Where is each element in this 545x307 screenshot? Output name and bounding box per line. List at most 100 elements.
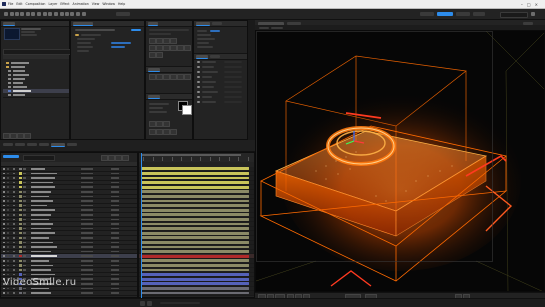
layer-duration-bar[interactable] xyxy=(141,259,249,263)
expand-chevron-icon[interactable] xyxy=(13,269,15,271)
label-color[interactable] xyxy=(19,222,22,226)
layer-name[interactable] xyxy=(31,218,49,221)
search-icon[interactable] xyxy=(531,12,535,16)
layer-duration-bar[interactable] xyxy=(141,217,249,221)
layer-duration-bar[interactable] xyxy=(141,199,249,203)
layer-duration-bar[interactable] xyxy=(141,254,249,258)
label-color[interactable] xyxy=(19,204,22,207)
switches-column[interactable] xyxy=(81,195,93,198)
solo-toggle[interactable] xyxy=(7,246,9,248)
switches-column[interactable] xyxy=(81,186,93,188)
expand-chevron-icon[interactable] xyxy=(13,246,15,248)
solo-toggle[interactable] xyxy=(7,250,9,253)
visibility-eye-icon[interactable] xyxy=(3,237,5,239)
switches-column[interactable] xyxy=(81,209,93,211)
layer-name[interactable] xyxy=(31,195,49,198)
switches-column[interactable] xyxy=(81,246,93,248)
visibility-eye-icon[interactable] xyxy=(3,241,5,244)
workspace-tab[interactable] xyxy=(473,12,485,16)
parent-select[interactable] xyxy=(111,227,119,230)
switches-column[interactable] xyxy=(81,273,93,276)
layer-name[interactable] xyxy=(31,232,55,234)
solo-toggle[interactable] xyxy=(7,195,9,198)
menu-item[interactable]: Help xyxy=(118,2,125,6)
layer-name[interactable] xyxy=(31,241,53,244)
expand-chevron-icon[interactable] xyxy=(13,177,15,179)
solo-toggle[interactable] xyxy=(7,260,9,262)
layer-name[interactable] xyxy=(31,246,57,248)
solo-toggle[interactable] xyxy=(7,227,9,230)
parent-select[interactable] xyxy=(111,260,119,262)
expand-chevron-icon[interactable] xyxy=(13,255,15,257)
visibility-eye-icon[interactable] xyxy=(3,246,5,248)
shape-tool-icon[interactable] xyxy=(43,12,47,16)
visibility-eye-icon[interactable] xyxy=(3,260,5,262)
visibility-eye-icon[interactable] xyxy=(3,209,5,211)
close-button[interactable]: × xyxy=(535,2,542,7)
layer-name[interactable] xyxy=(31,209,55,211)
layer-name[interactable] xyxy=(31,264,53,267)
parent-select[interactable] xyxy=(111,168,119,170)
label-color[interactable] xyxy=(19,227,22,230)
solo-toggle[interactable] xyxy=(7,241,9,244)
expand-chevron-icon[interactable] xyxy=(13,227,15,230)
parent-select[interactable] xyxy=(111,204,119,207)
label-color[interactable] xyxy=(19,231,22,235)
layer-duration-bar[interactable] xyxy=(141,167,249,171)
tab-secondary[interactable] xyxy=(212,22,222,25)
layer-duration-bar[interactable] xyxy=(141,291,249,295)
parent-select[interactable] xyxy=(111,186,119,188)
home-icon[interactable] xyxy=(4,12,8,16)
tab-effects-presets[interactable] xyxy=(196,55,208,59)
switches-column[interactable] xyxy=(81,269,93,271)
visibility-eye-icon[interactable] xyxy=(3,273,5,276)
pan-behind-tool-icon[interactable] xyxy=(37,12,41,16)
menu-item[interactable]: Animation xyxy=(73,2,89,6)
menu-item[interactable]: Effect xyxy=(60,2,69,6)
layer-name[interactable] xyxy=(31,250,51,253)
switches-column[interactable] xyxy=(81,214,93,216)
parent-select[interactable] xyxy=(111,232,119,234)
solo-toggle[interactable] xyxy=(7,186,9,188)
expand-chevron-icon[interactable] xyxy=(13,186,15,188)
layer-name[interactable] xyxy=(31,177,55,179)
switches-column[interactable] xyxy=(81,250,93,253)
workspace-tab[interactable] xyxy=(420,12,434,16)
solo-toggle[interactable] xyxy=(7,264,9,267)
tab-align[interactable] xyxy=(210,55,220,58)
layer-duration-bar[interactable] xyxy=(141,190,249,194)
expand-chevron-icon[interactable] xyxy=(13,204,15,207)
brush-tool-icon[interactable] xyxy=(60,12,64,16)
solo-toggle[interactable] xyxy=(7,177,9,179)
parent-select[interactable] xyxy=(111,250,119,253)
switches-column[interactable] xyxy=(81,232,93,234)
visibility-eye-icon[interactable] xyxy=(3,200,5,202)
parent-select[interactable] xyxy=(111,273,119,276)
solo-toggle[interactable] xyxy=(7,168,9,170)
solo-toggle[interactable] xyxy=(7,269,9,271)
label-color[interactable] xyxy=(19,181,22,184)
visibility-eye-icon[interactable] xyxy=(3,191,5,193)
search-help-input[interactable] xyxy=(500,12,528,18)
layer-name[interactable] xyxy=(31,214,51,216)
menu-item[interactable]: Edit xyxy=(16,2,22,6)
switches-column[interactable] xyxy=(81,191,93,193)
label-color[interactable] xyxy=(19,254,22,258)
label-color[interactable] xyxy=(19,176,22,180)
expand-chevron-icon[interactable] xyxy=(13,260,15,262)
switches-column[interactable] xyxy=(81,292,93,294)
label-color[interactable] xyxy=(19,250,22,253)
layer-duration-bar[interactable] xyxy=(141,171,249,175)
list-item[interactable] xyxy=(3,93,69,98)
layer-name[interactable] xyxy=(31,273,55,276)
zoom-tool-icon[interactable] xyxy=(20,12,24,16)
parent-select[interactable] xyxy=(111,223,119,225)
layer-duration-bar[interactable] xyxy=(141,273,249,276)
pen-tool-icon[interactable] xyxy=(48,12,52,16)
expand-chevron-icon[interactable] xyxy=(13,264,15,267)
expand-chevron-icon[interactable] xyxy=(13,250,15,253)
label-color[interactable] xyxy=(19,195,22,198)
layer-name[interactable] xyxy=(31,269,51,271)
expand-chevron-icon[interactable] xyxy=(13,223,15,225)
solo-toggle[interactable] xyxy=(7,200,9,202)
